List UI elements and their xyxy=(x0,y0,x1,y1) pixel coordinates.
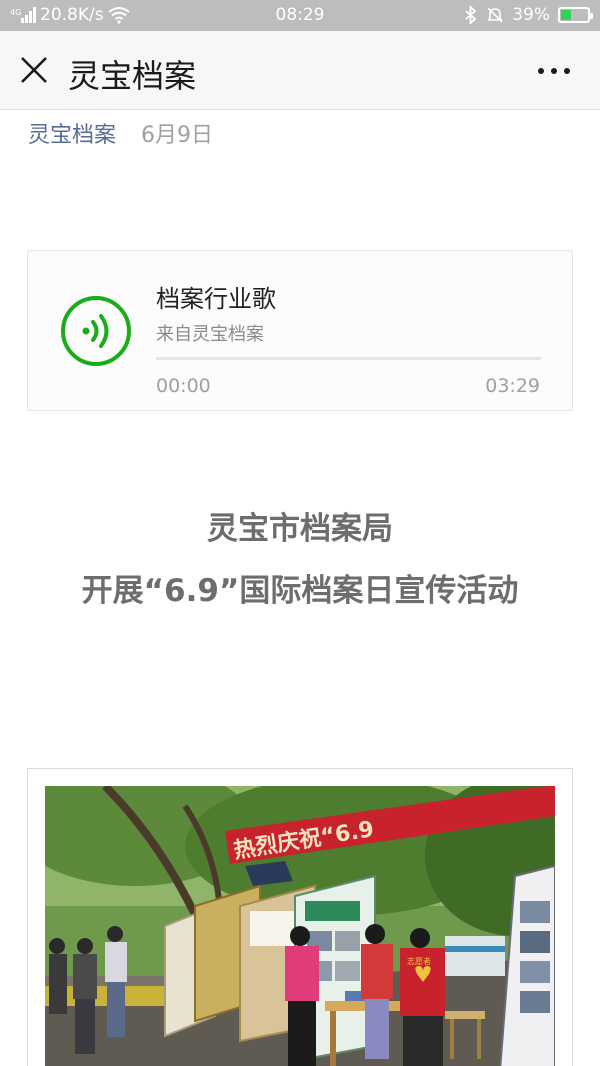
audio-progress-track[interactable] xyxy=(156,357,541,360)
status-right: 39% xyxy=(464,5,593,25)
audio-current-time: 00:00 xyxy=(156,375,211,397)
battery-fill xyxy=(561,10,572,20)
audio-title: 档案行业歌 xyxy=(156,285,276,313)
battery-percent: 39% xyxy=(512,5,550,25)
publish-date: 6月9日 xyxy=(141,123,214,148)
article-heading-line2: 开展“6.9”国际档案日宣传活动 xyxy=(81,573,519,609)
article-photo[interactable]: 热烈庆祝“6.9 志愿者 xyxy=(45,786,555,1066)
vest-text: 志愿者 xyxy=(407,956,431,966)
close-icon[interactable] xyxy=(18,54,50,86)
event-photo-illustration: 热烈庆祝“6.9 志愿者 xyxy=(45,786,555,1066)
audio-total-time: 03:29 xyxy=(485,375,540,397)
audio-play-icon[interactable] xyxy=(60,295,132,367)
nav-bar: 灵宝档案 xyxy=(0,31,600,110)
article-heading-line1: 灵宝市档案局 xyxy=(207,511,393,547)
audio-source: 来自灵宝档案 xyxy=(156,324,264,345)
status-bar: 4G 20.8K/s 08:29 39% xyxy=(0,0,600,31)
more-options-icon[interactable] xyxy=(536,61,572,81)
audio-player-card[interactable]: 档案行业歌 来自灵宝档案 00:00 03:29 xyxy=(27,250,573,411)
page-title: 灵宝档案 xyxy=(68,57,197,95)
article-meta: 灵宝档案 6月9日 xyxy=(28,117,213,149)
battery-icon xyxy=(558,7,593,23)
article-photo-frame: 热烈庆祝“6.9 志愿者 xyxy=(27,768,573,1066)
account-link[interactable]: 灵宝档案 xyxy=(28,123,116,148)
bluetooth-icon xyxy=(465,6,477,24)
mute-bell-icon xyxy=(487,7,503,23)
